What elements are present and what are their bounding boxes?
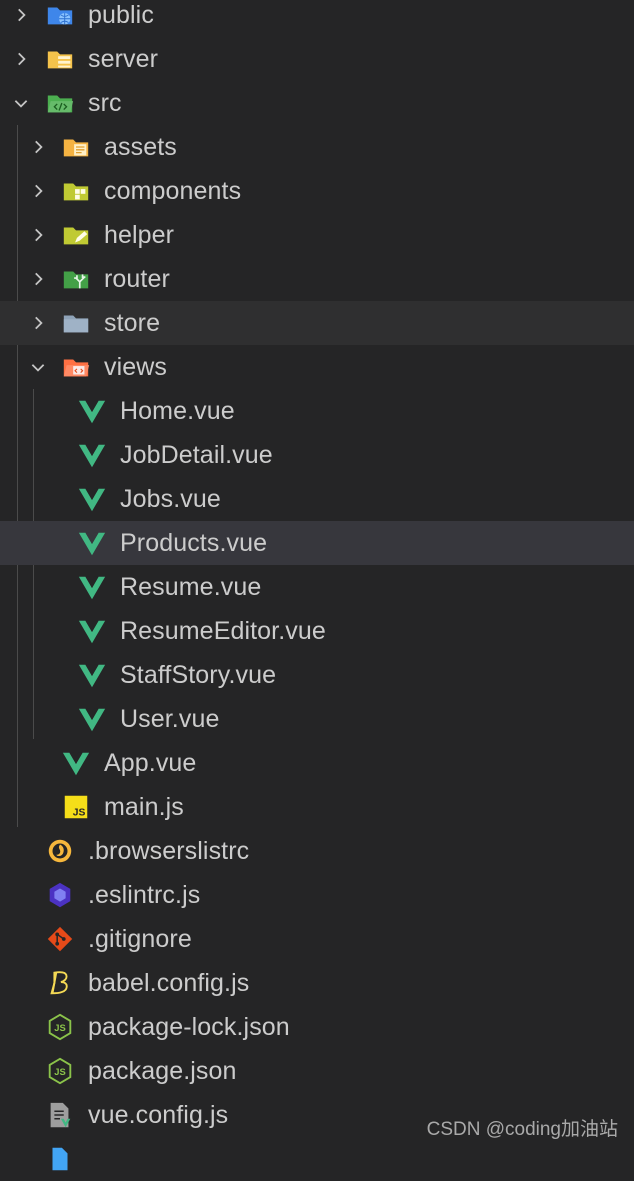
tree-item-label: public [88, 0, 154, 29]
tree-item-label: App.vue [104, 748, 197, 777]
chevron-right-icon [29, 226, 47, 244]
chevron-down-icon [29, 358, 47, 376]
svg-text:JS: JS [54, 1067, 65, 1077]
tree-item-views[interactable]: views [0, 345, 634, 389]
vue-file-icon [77, 704, 107, 734]
tree-item-label: babel.config.js [88, 968, 250, 997]
tree-item-label: JobDetail.vue [120, 440, 273, 469]
vue-file-icon [77, 528, 107, 558]
tree-item-label: Home.vue [120, 396, 235, 425]
tree-item-server[interactable]: server [0, 37, 634, 81]
tree-item-label: Jobs.vue [120, 484, 221, 513]
folder-src-open-icon [45, 88, 75, 118]
eslint-icon [45, 880, 75, 910]
vue-file-icon [77, 616, 107, 646]
file-explorer-tree: public server src assets components help… [0, 0, 634, 1181]
vue-file-icon [77, 396, 107, 426]
folder-views-open-icon [61, 352, 91, 382]
tree-item-label: StaffStory.vue [120, 660, 277, 689]
nodejs-icon: JS [45, 1056, 75, 1086]
tree-item-package-lock-json[interactable]: JS package-lock.json [0, 1005, 634, 1049]
browserslist-icon [45, 836, 75, 866]
tree-item-jobdetail-vue[interactable]: JobDetail.vue [0, 433, 634, 477]
tree-item-user-vue[interactable]: User.vue [0, 697, 634, 741]
chevron-right-icon [29, 138, 47, 156]
tree-item-label: .eslintrc.js [88, 880, 201, 909]
tree-item-label: Resume.vue [120, 572, 262, 601]
svg-text:JS: JS [54, 1023, 65, 1033]
chevron-down-icon [12, 94, 30, 112]
tree-item-label: main.js [104, 792, 184, 821]
vue-file-icon [77, 440, 107, 470]
tree-item-main-js[interactable]: JS main.js [0, 785, 634, 829]
folder-helper-icon [61, 220, 91, 250]
tree-item-app-vue[interactable]: App.vue [0, 741, 634, 785]
folder-icon [61, 308, 91, 338]
chevron-right-icon [29, 182, 47, 200]
file-icon [45, 1144, 75, 1174]
folder-server-icon [45, 44, 75, 74]
tree-item-label: package-lock.json [88, 1012, 290, 1041]
tree-item-browserslistrc[interactable]: .browserslistrc [0, 829, 634, 873]
nodejs-icon: JS [45, 1012, 75, 1042]
folder-public-icon [45, 0, 75, 30]
chevron-right-icon [12, 6, 30, 24]
tree-item-router[interactable]: router [0, 257, 634, 301]
tree-item-label: store [104, 308, 161, 337]
chevron-right-icon [29, 270, 47, 288]
tree-item-label: router [104, 264, 170, 293]
vue-file-icon [77, 484, 107, 514]
tree-item-store[interactable]: store [0, 301, 634, 345]
tree-item-label: User.vue [120, 704, 220, 733]
babel-icon [45, 968, 75, 998]
vue-config-icon [45, 1100, 75, 1130]
tree-item-helper[interactable]: helper [0, 213, 634, 257]
tree-item-eslintrc-js[interactable]: .eslintrc.js [0, 873, 634, 917]
folder-components-icon [61, 176, 91, 206]
git-icon [45, 924, 75, 954]
tree-item-partial[interactable] [0, 1137, 634, 1181]
tree-item-jobs-vue[interactable]: Jobs.vue [0, 477, 634, 521]
tree-item-resumeeditor-vue[interactable]: ResumeEditor.vue [0, 609, 634, 653]
tree-item-gitignore[interactable]: .gitignore [0, 917, 634, 961]
tree-item-label: src [88, 88, 122, 117]
watermark: CSDN @coding加油站 [426, 1119, 618, 1140]
chevron-right-icon [29, 314, 47, 332]
tree-item-staffstory-vue[interactable]: StaffStory.vue [0, 653, 634, 697]
tree-item-assets[interactable]: assets [0, 125, 634, 169]
tree-item-src[interactable]: src [0, 81, 634, 125]
tree-item-label: .browserslistrc [88, 836, 250, 865]
tree-item-resume-vue[interactable]: Resume.vue [0, 565, 634, 609]
vue-file-icon [61, 748, 91, 778]
tree-item-label: helper [104, 220, 175, 249]
javascript-file-icon: JS [61, 792, 91, 822]
folder-router-icon [61, 264, 91, 294]
tree-item-package-json[interactable]: JS package.json [0, 1049, 634, 1093]
tree-item-label: package.json [88, 1056, 237, 1085]
tree-item-label: components [104, 176, 242, 205]
tree-item-label: vue.config.js [88, 1100, 229, 1129]
chevron-right-icon [12, 50, 30, 68]
tree-item-label: assets [104, 132, 177, 161]
vue-file-icon [77, 572, 107, 602]
tree-item-label: Products.vue [120, 528, 268, 557]
tree-item-babel-config-js[interactable]: babel.config.js [0, 961, 634, 1005]
tree-item-label: views [104, 352, 168, 381]
tree-item-label: .gitignore [88, 924, 192, 953]
tree-item-label: ResumeEditor.vue [120, 616, 326, 645]
tree-item-components[interactable]: components [0, 169, 634, 213]
folder-assets-icon [61, 132, 91, 162]
vue-file-icon [77, 660, 107, 690]
tree-item-label: server [88, 44, 159, 73]
tree-item-products-vue[interactable]: Products.vue [0, 521, 634, 565]
tree-item-public[interactable]: public [0, 0, 634, 37]
svg-text:JS: JS [73, 807, 86, 818]
tree-item-home-vue[interactable]: Home.vue [0, 389, 634, 433]
